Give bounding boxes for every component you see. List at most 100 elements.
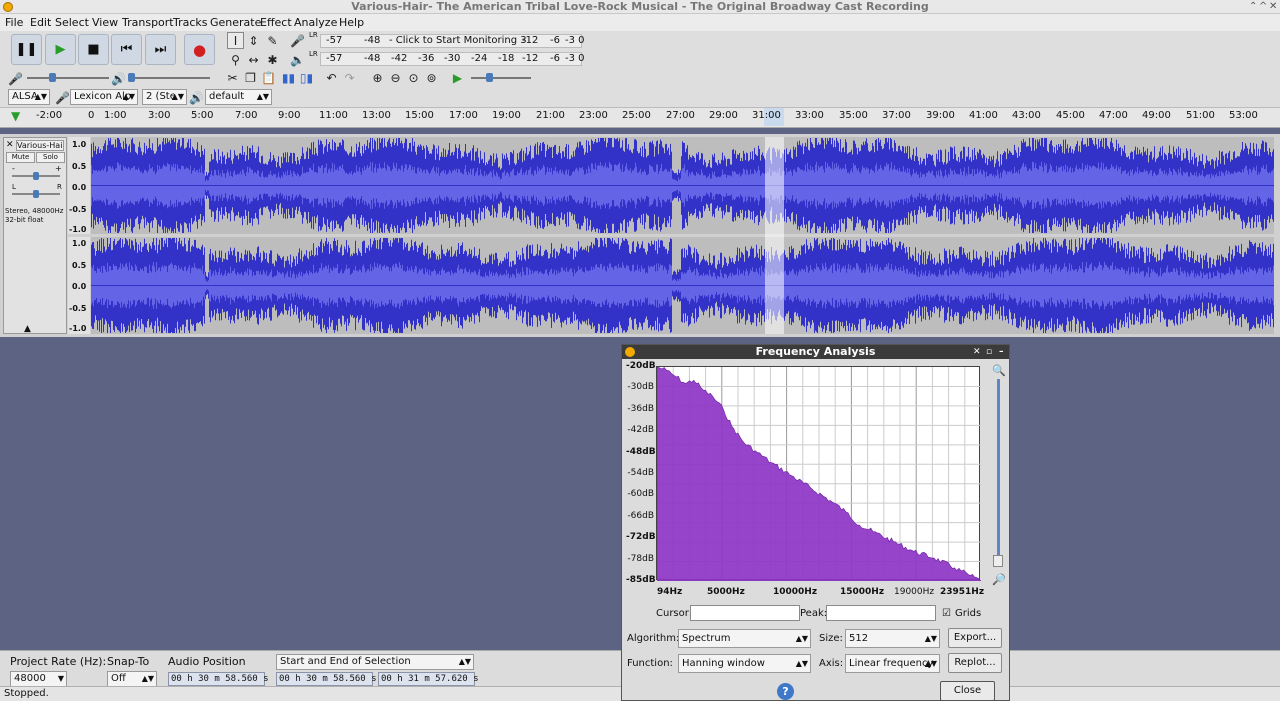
playback-device-select[interactable]: default ▲▼ — [205, 89, 272, 105]
export-button[interactable]: Export... — [948, 628, 1002, 648]
draw-tool[interactable]: ✎ — [264, 32, 281, 49]
maximize-button[interactable]: ^ — [1259, 0, 1267, 13]
timeshift-tool[interactable]: ↔ — [245, 51, 262, 68]
spectrum-plot[interactable] — [656, 366, 982, 582]
selection-mode-value: Start and End of Selection — [280, 656, 411, 667]
audio-host-select[interactable]: ALSA ▲▼ — [8, 89, 50, 105]
record-button[interactable]: ● — [184, 34, 215, 65]
cursor-field[interactable] — [690, 605, 800, 621]
amp-tick: -0.5 — [69, 205, 87, 214]
envelope-tool[interactable]: ⇕ — [245, 32, 262, 49]
fit-project-button[interactable]: ⊚ — [423, 69, 440, 86]
size-select[interactable]: 512 ▲▼ — [845, 629, 940, 648]
undo-button[interactable]: ↶ — [323, 69, 340, 86]
db-tick: -78dB — [627, 553, 654, 564]
gain-slider-thumb[interactable] — [33, 172, 39, 180]
redo-button[interactable]: ↷ — [341, 69, 358, 86]
menu-file[interactable]: File — [5, 16, 23, 29]
solo-button[interactable]: Solo — [36, 152, 65, 163]
record-meter[interactable]: -57 -48 - Click to Start Monitoring 3 -1… — [320, 34, 585, 48]
waveform-left-channel[interactable] — [91, 137, 1274, 234]
copy-button[interactable]: ❐ — [242, 69, 259, 86]
help-button[interactable]: ? — [777, 683, 794, 700]
collapse-track-icon[interactable]: ▲ — [24, 324, 31, 334]
record-meter-mic[interactable]: 🎤 — [289, 32, 306, 49]
selection-region[interactable] — [765, 137, 784, 334]
monitoring-hint[interactable]: - Click to Start Monitoring 3 — [389, 35, 527, 46]
menu-tracks[interactable]: Tracks — [173, 16, 208, 29]
zoom-out-button[interactable]: ⊖ — [387, 69, 404, 86]
track-control-panel[interactable]: ✕ Various-Hair Mute Solo - + L R Stereo,… — [3, 137, 67, 334]
menu-analyze[interactable]: Analyze — [294, 16, 337, 29]
play-at-speed-button[interactable]: ▶ — [449, 69, 466, 86]
zoom-tool[interactable]: ⚲ — [227, 51, 244, 68]
playback-volume-thumb[interactable] — [128, 73, 135, 82]
multi-tool[interactable]: ✱ — [264, 51, 281, 68]
silence-button[interactable]: ▯▮ — [298, 69, 315, 86]
grids-checkbox[interactable]: ☑ — [942, 608, 951, 619]
dialog-minimize-icon[interactable]: – — [999, 345, 1004, 359]
skip-start-icon: ⏮ — [120, 42, 133, 57]
selection-tool[interactable]: I — [227, 32, 244, 49]
waveform-right-channel[interactable] — [91, 237, 1274, 334]
algorithm-select[interactable]: Spectrum ▲▼ — [678, 629, 811, 648]
menu-transport[interactable]: Transport — [122, 16, 174, 29]
snap-to-select[interactable]: Off ▲▼ — [107, 671, 157, 687]
mute-button[interactable]: Mute — [6, 152, 35, 163]
channels-select[interactable]: 2 (Ste ▲▼ — [142, 89, 187, 105]
play-meter-speaker[interactable]: 🔈 — [289, 51, 306, 68]
skip-start-button[interactable]: ⏮ — [111, 34, 142, 65]
selection-end-field[interactable]: 00 h 31 m 57.620 s — [378, 672, 479, 686]
record-volume-slider[interactable] — [27, 77, 109, 79]
ibeam-icon: I — [233, 33, 238, 48]
project-rate-select[interactable]: 48000 ▼ — [10, 671, 67, 687]
menu-effect[interactable]: Effect — [260, 16, 292, 29]
dialog-close-icon[interactable]: ✕ — [973, 345, 981, 359]
close-button[interactable]: Close — [940, 681, 995, 701]
function-select[interactable]: Hanning window ▲▼ — [678, 654, 811, 673]
paste-button[interactable]: 📋 — [260, 69, 277, 86]
trim-button[interactable]: ▮▮ — [280, 69, 297, 86]
menu-select[interactable]: Select — [55, 16, 89, 29]
cut-button[interactable]: ✂ — [224, 69, 241, 86]
timeline-ruler[interactable]: ▼ -2:00 0 1:00 3:00 5:00 7:00 9:00 11:00… — [0, 108, 1280, 128]
selection-start-field[interactable]: 00 h 30 m 58.560 s — [276, 672, 377, 686]
dialog-maximize-icon[interactable]: ▫ — [986, 345, 992, 359]
pan-slider-thumb[interactable] — [33, 190, 39, 198]
track-name-menu[interactable]: Various-Hair — [16, 140, 64, 151]
play-head-marker-icon[interactable]: ▼ — [11, 109, 20, 123]
selection-mode-select[interactable]: Start and End of Selection ▲▼ — [276, 654, 474, 670]
menu-bar: File Edit Select View Transport Tracks G… — [0, 14, 1280, 31]
close-window-button[interactable]: ✕ — [1269, 0, 1277, 13]
fit-selection-button[interactable]: ⊙ — [405, 69, 422, 86]
close-track-icon[interactable]: ✕ — [6, 140, 14, 150]
skip-end-button[interactable]: ⏭ — [145, 34, 176, 65]
vertical-zoom-thumb[interactable] — [993, 555, 1003, 567]
playback-meter[interactable]: -57 -48 -42 -36 -30 -24 -18 -12 -6 -3 0 — [320, 52, 585, 66]
menu-help[interactable]: Help — [339, 16, 364, 29]
axis-select[interactable]: Linear frequency ▲▼ — [845, 654, 940, 673]
menu-generate[interactable]: Generate — [210, 16, 261, 29]
menu-view[interactable]: View — [92, 16, 118, 29]
playback-volume-slider[interactable] — [128, 77, 210, 79]
zoom-out-icon[interactable]: 🔎 — [992, 573, 1006, 586]
db-tick: -36dB — [627, 403, 654, 414]
stop-button[interactable]: ■ — [78, 34, 109, 65]
algorithm-value: Spectrum — [682, 633, 731, 644]
menu-edit[interactable]: Edit — [30, 16, 51, 29]
zoom-in-button[interactable]: ⊕ — [369, 69, 386, 86]
vertical-zoom-slider[interactable] — [997, 379, 1000, 565]
amp-tick: 0.5 — [72, 261, 87, 270]
play-button[interactable]: ▶ — [45, 34, 76, 65]
replot-button[interactable]: Replot... — [948, 653, 1002, 673]
recording-device-select[interactable]: Lexicon Alp ▲▼ — [70, 89, 138, 105]
minimize-button[interactable]: ⌃ — [1249, 0, 1257, 13]
peak-field[interactable] — [826, 605, 936, 621]
play-speed-slider[interactable] — [471, 77, 531, 79]
play-speed-thumb[interactable] — [486, 73, 493, 82]
audio-position-field[interactable]: 00 h 30 m 58.560 s — [168, 672, 269, 686]
pause-button[interactable]: ❚❚ — [11, 34, 42, 65]
zoom-in-icon[interactable]: 🔍 — [992, 364, 1006, 377]
record-volume-thumb[interactable] — [49, 73, 56, 82]
ruler-tick: 49:00 — [1142, 110, 1171, 121]
